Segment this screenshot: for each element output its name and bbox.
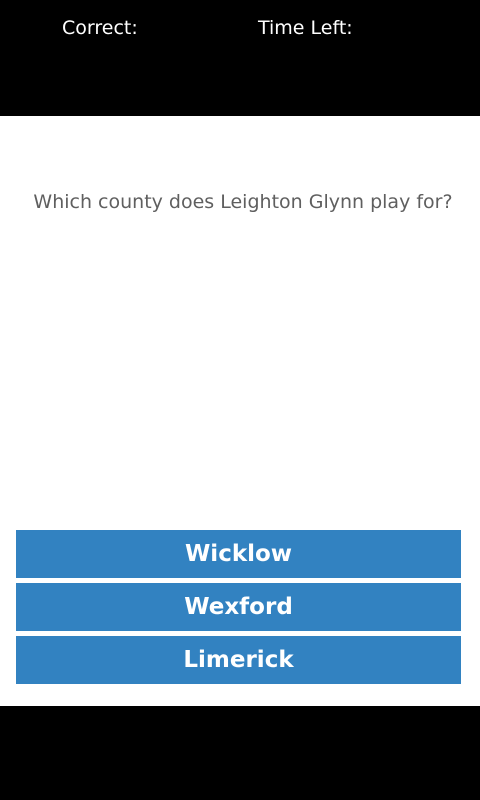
time-left-label: Time Left: — [258, 17, 353, 39]
answer-button-wexford[interactable]: Wexford — [16, 583, 461, 631]
question-panel: Which county does Leighton Glynn play fo… — [0, 116, 480, 706]
answer-button-wicklow[interactable]: Wicklow — [16, 530, 461, 578]
answer-button-limerick[interactable]: Limerick — [16, 636, 461, 684]
correct-label: Correct: — [62, 17, 138, 39]
question-text: Which county does Leighton Glynn play fo… — [33, 191, 453, 213]
quiz-screen: Correct: Time Left: Which county does Le… — [0, 0, 480, 800]
bottom-bar — [0, 706, 480, 800]
score-header: Correct: Time Left: — [0, 0, 480, 116]
answer-list: Wicklow Wexford Limerick — [16, 530, 461, 689]
